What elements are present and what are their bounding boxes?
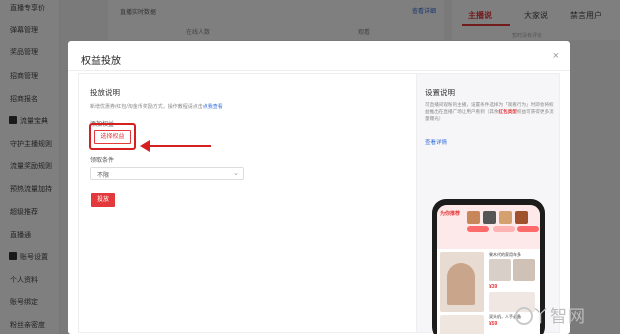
host-figure — [447, 263, 475, 305]
recommend-banner: 为你推荐 — [437, 205, 540, 249]
product-thumb — [467, 211, 480, 224]
product-thumb — [483, 211, 496, 224]
claim-condition-select[interactable]: 不限 ⌄ — [90, 167, 244, 180]
instructions-text: 新增优惠券/红包/淘金币奖励方式，操作教程请点击 — [90, 104, 203, 110]
settings-help-text: 可直播间观粉的主播，设置条件选择为「观看行为」时即会将权益推出在直播广场让用户看… — [425, 101, 555, 122]
modal-divider — [68, 70, 570, 71]
claim-condition-value: 不限 — [97, 173, 110, 179]
settings-help-card: 设置说明 可直播间观粉的主播，设置条件选择为「观看行为」时即会将权益推出在直播广… — [417, 73, 560, 334]
help-text-highlight: 红包类型 — [498, 109, 517, 114]
item1-title: 果木代的家用车多 — [489, 252, 521, 257]
claim-condition-label: 领取条件 — [90, 158, 115, 164]
select-benefit-button[interactable]: 选择权益 — [94, 130, 131, 144]
chevron-down-icon: ⌄ — [233, 170, 239, 177]
deliver-button[interactable]: 投放 — [91, 193, 115, 207]
modal-title: 权益投放 — [81, 56, 121, 67]
delivery-form-card: 投放说明 新增优惠券/红包/淘金币奖励方式，操作教程请点击点我查看 添加权益 选… — [78, 73, 417, 333]
item1-image — [489, 259, 511, 281]
item1-price: ¥39 — [489, 284, 498, 290]
red-tag — [467, 226, 489, 232]
close-icon[interactable]: × — [553, 50, 559, 62]
benefit-delivery-modal: 权益投放 × 投放说明 新增优惠券/红包/淘金币奖励方式，操作教程请点击点我查看… — [68, 41, 570, 334]
red-tag — [517, 226, 539, 232]
product-thumb — [499, 211, 512, 224]
recommend-logo: 为你推荐 — [440, 211, 461, 217]
settings-help-title: 设置说明 — [425, 88, 455, 97]
product-thumb — [515, 211, 528, 224]
live-card-image — [440, 315, 484, 334]
view-details-help-link[interactable]: 查看详情 — [425, 138, 447, 146]
delivery-instructions-title: 投放说明 — [90, 88, 120, 97]
item1-image — [513, 259, 535, 281]
item2-price: ¥59 — [489, 321, 498, 327]
tutorial-link[interactable]: 点我查看 — [203, 104, 223, 110]
delivery-instructions-text: 新增优惠券/红包/淘金币奖励方式，操作教程请点击点我查看 — [90, 103, 223, 110]
watermark-text: 丫智网 — [532, 307, 586, 327]
red-tag — [493, 226, 515, 232]
